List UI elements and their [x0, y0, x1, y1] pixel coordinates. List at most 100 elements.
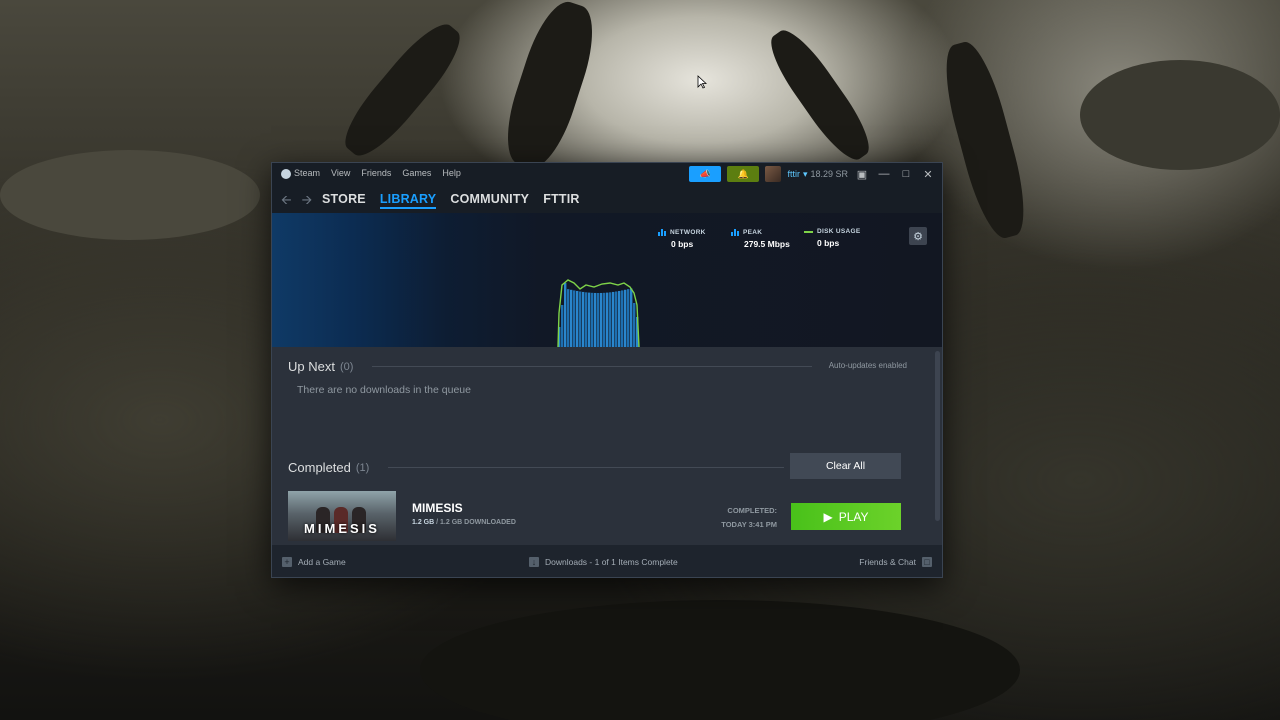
graph-bar: [588, 292, 591, 347]
network-bars-icon: [658, 229, 666, 236]
footer-bar: + Add a Game ↓ Downloads - 1 of 1 Items …: [272, 545, 942, 577]
graph-bar: [561, 305, 564, 347]
maximize-icon: □: [902, 168, 910, 180]
graph-bar: [579, 291, 582, 347]
graph-bar: [600, 292, 603, 347]
tab-store[interactable]: STORE: [322, 192, 366, 209]
game-logo-art: MIMESIS: [304, 521, 380, 536]
play-button[interactable]: ▶ PLAY: [791, 503, 901, 530]
graph-bar: [603, 292, 606, 347]
graph-bar: [597, 293, 600, 347]
graph-bar: [591, 292, 594, 347]
up-next-title: Up Next: [288, 359, 335, 374]
mouse-cursor-icon: [697, 75, 707, 89]
minimize-icon: —: [878, 168, 890, 180]
completed-header: Completed (1): [288, 460, 369, 475]
avatar[interactable]: [765, 166, 782, 182]
disk-usage-value: 0 bps: [817, 238, 840, 248]
network-value: 0 bps: [671, 239, 694, 249]
peak-stat: PEAK 279.5 Mbps: [731, 228, 790, 249]
network-stat: NETWORK 0 bps: [658, 228, 706, 249]
menu-item-view[interactable]: View: [331, 168, 350, 178]
notifications-button[interactable]: 🔔: [727, 166, 760, 182]
download-graph-panel: NETWORK 0 bps PEAK 279.5 Mbps DISK USAGE…: [272, 213, 942, 347]
graph-bar: [609, 292, 612, 347]
graph-bar: [594, 292, 597, 347]
add-game-label: Add a Game: [298, 557, 346, 567]
announcements-button[interactable]: 📣: [689, 166, 722, 182]
background-branch: [495, 0, 605, 176]
steam-logo-icon: [281, 168, 291, 179]
back-arrow-icon[interactable]: 🡨: [281, 191, 292, 213]
friends-chat-label: Friends & Chat: [859, 557, 916, 567]
graph-bar: [630, 288, 633, 347]
divider: [388, 467, 784, 468]
auto-updates-status[interactable]: Auto-updates enabled: [829, 361, 907, 370]
background-rock: [420, 600, 1020, 720]
nav-tabs: STORE LIBRARY COMMUNITY FTTIR: [322, 192, 580, 209]
peak-label: PEAK: [743, 228, 763, 236]
peak-bars-icon: [731, 229, 739, 236]
disk-usage-label: DISK USAGE: [817, 228, 861, 235]
completed-title: Completed: [288, 460, 351, 475]
graph-bar: [633, 303, 636, 347]
plus-icon: +: [282, 557, 292, 567]
graph-bar: [576, 290, 579, 347]
graph-bar: [567, 289, 570, 347]
big-picture-button[interactable]: ▣: [854, 168, 870, 181]
game-name[interactable]: MIMESIS: [412, 501, 463, 515]
clear-all-button[interactable]: Clear All: [790, 453, 901, 479]
tab-library[interactable]: LIBRARY: [379, 192, 437, 209]
background-rock: [1080, 60, 1280, 170]
menu-item-games[interactable]: Games: [402, 168, 431, 178]
graph-bar: [585, 292, 588, 347]
up-next-header: Up Next (0): [288, 359, 353, 374]
game-size: 1.2 GB / 1.2 GB DOWNLOADED: [412, 519, 516, 526]
menu-item-friends[interactable]: Friends: [361, 168, 391, 178]
menu-item-steam[interactable]: Steam: [281, 168, 320, 179]
graph-bar: [606, 292, 609, 347]
download-settings-button[interactable]: ⚙: [909, 227, 927, 245]
friends-chat-button[interactable]: Friends & Chat □: [859, 557, 932, 567]
downloads-status-label: Downloads - 1 of 1 Items Complete: [545, 557, 678, 567]
disk-line-icon: [804, 230, 813, 233]
graph-bar: [573, 290, 576, 347]
graph-bar: [624, 289, 627, 347]
peak-value: 279.5 Mbps: [744, 239, 790, 249]
game-thumbnail[interactable]: MIMESIS: [288, 491, 396, 541]
graph-bar: [621, 290, 624, 347]
title-bar-controls: 📣 🔔 fttir ▾ 18.29 SR ▣ — □ ✕: [689, 166, 936, 182]
forward-arrow-icon[interactable]: 🡪: [302, 191, 313, 213]
graph-bar: [570, 289, 573, 347]
completion-status: COMPLETED: TODAY 3:41 PM: [721, 506, 777, 529]
scrollbar[interactable]: [935, 351, 940, 521]
megaphone-icon: 📣: [699, 168, 712, 179]
monitor-icon: ▣: [856, 168, 868, 181]
tab-community[interactable]: COMMUNITY: [450, 192, 529, 209]
up-next-count: (0): [339, 360, 354, 373]
add-game-button[interactable]: + Add a Game: [282, 557, 346, 567]
tab-profile[interactable]: FTTIR: [543, 192, 579, 209]
download-icon: ↓: [529, 557, 539, 567]
maximize-button[interactable]: □: [898, 168, 914, 180]
background-rock: [0, 150, 260, 240]
close-button[interactable]: ✕: [920, 168, 936, 181]
downloads-content: Up Next (0) Auto-updates enabled There a…: [272, 347, 942, 545]
user-name: fttir: [787, 169, 800, 179]
queue-empty-message: There are no downloads in the queue: [297, 384, 471, 396]
account-menu[interactable]: fttir ▾ 18.29 SR: [787, 169, 848, 180]
completed-game-row[interactable]: MIMESIS MIMESIS 1.2 GB / 1.2 GB DOWNLOAD…: [288, 491, 902, 541]
history-arrows: 🡨 🡪: [281, 191, 312, 213]
gear-icon: ⚙: [913, 230, 923, 243]
chevron-down-icon: ▾: [802, 168, 808, 179]
menu-item-help[interactable]: Help: [442, 168, 461, 178]
graph-bar: [564, 283, 567, 347]
play-icon: ▶: [823, 509, 833, 524]
background-branch: [333, 14, 472, 166]
minimize-button[interactable]: —: [876, 168, 892, 180]
play-label: PLAY: [838, 509, 869, 524]
steam-window: Steam View Friends Games Help 📣 🔔 fttir …: [271, 162, 943, 578]
menu-bar: Steam View Friends Games Help: [281, 168, 461, 179]
graph-bar: [582, 291, 585, 347]
downloads-status-button[interactable]: ↓ Downloads - 1 of 1 Items Complete: [529, 557, 678, 567]
